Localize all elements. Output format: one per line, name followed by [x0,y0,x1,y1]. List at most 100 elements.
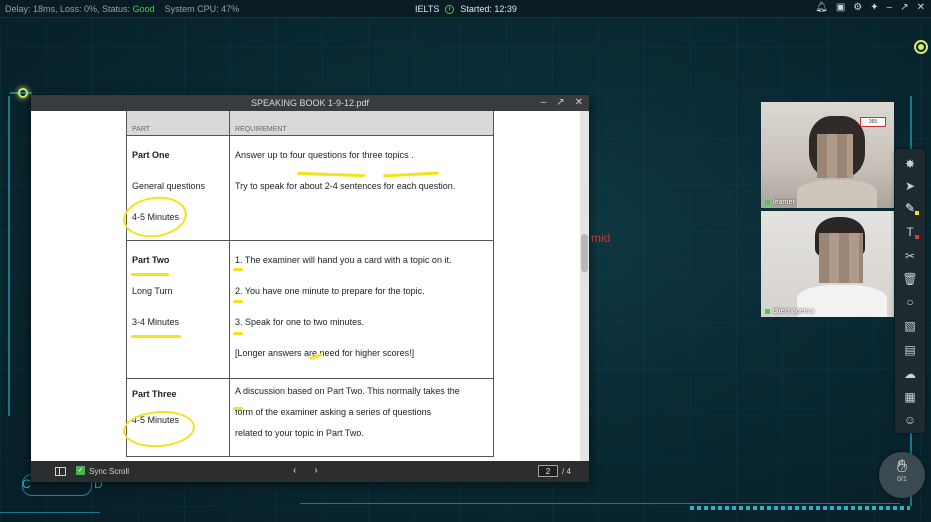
logo-badge: 365 [860,117,886,127]
users-icon[interactable]: ☺ [900,411,920,429]
text-color-swatch [915,235,919,239]
requirement-text: [Longer answers are need for higher scor… [235,348,415,358]
highlight-stroke [233,268,243,271]
video-feed-direct-agency[interactable]: direct agency [761,211,894,317]
select-cursor-icon[interactable]: ➤ [900,177,920,195]
prev-page-icon[interactable]: ‹ [293,465,296,476]
mic-status-icon [765,309,770,314]
text-tool-icon[interactable]: T [900,223,920,241]
table-header-cell: PART [126,111,230,136]
deco-dashes [690,506,910,510]
minimize-icon[interactable]: – [887,2,893,13]
part-label: Part One [132,150,170,160]
speaking-table: PART REQUIREMENT Part One General questi… [126,111,494,457]
table-header-cell: REQUIREMENT [229,111,494,136]
status-bar: Delay: 18ms, Loss: 0%, Status: Good Syst… [0,0,931,18]
started-time: Started: 12:39 [460,4,517,14]
record-icon[interactable]: ○ [900,293,920,311]
pixelated-face [819,233,863,283]
table-cell: 1. The examiner will hand you a card wit… [229,240,494,379]
pdf-scrollbar[interactable] [580,111,589,461]
sync-scroll-checkbox[interactable]: ✓ [76,466,85,475]
network-stats: Delay: 18ms, Loss: 0%, Status: Good Syst… [5,4,239,14]
session-info: IELTS Started: 12:39 [415,4,517,14]
hand-icon: ✋︎ [896,456,908,476]
sidebar-toggle-icon[interactable] [55,467,66,476]
deco-line [300,503,900,504]
page-total: / 4 [562,467,571,476]
hand-count: 0/1 [897,476,907,483]
highlight-stroke [233,407,243,410]
window-controls: 🔔︎ ▣ ⚙ ✦ – ↗ ✕ [815,2,925,13]
pdf-scrollbar-thumb[interactable] [581,234,588,272]
sync-scroll-label: Sync Scroll [89,467,130,476]
pdf-title: SPEAKING BOOK 1-9-12.pdf [250,98,370,108]
participant-name: direct agency [765,308,815,315]
part-desc: Long Turn [132,286,173,296]
page-number-input[interactable]: 2 [538,465,558,477]
pixelated-face [817,134,853,178]
cloud-icon[interactable]: ☁ [900,365,920,383]
stray-text: mid [591,231,611,245]
restore-icon[interactable]: ↗ [556,95,564,111]
pen-color-swatch [915,211,919,215]
video-feed-learner[interactable]: 365 learner [761,102,894,208]
toolbox-icon[interactable]: ▦ [900,388,920,406]
pin-icon[interactable]: ✦ [870,2,878,13]
close-icon[interactable]: ✕ [917,2,925,13]
table-cell: A discussion based on Part Two. This nor… [229,378,494,457]
page-nav: ‹ › [293,465,318,476]
image-icon[interactable]: ▧ [900,317,920,335]
cpu-text: System CPU: 47% [164,4,240,14]
highlight-stroke [233,300,243,303]
gear-icon[interactable]: ⚙ [853,2,862,13]
requirement-text: 2. You have one minute to prepare for th… [235,286,425,296]
requirement-text: related to your topic in Part Two. [235,428,364,438]
screen-icon[interactable]: ▣ [836,2,845,13]
person-shirt [797,180,877,208]
participant-name-text: direct agency [773,308,815,315]
pdf-window-controls: – ↗ ✕ [541,95,583,111]
clock-icon [445,4,455,14]
requirement-text: Answer up to four questions for three to… [235,150,414,160]
table-cell: Answer up to four questions for three to… [229,135,494,241]
laser-pointer-icon[interactable]: ✸ [900,155,920,173]
next-page-icon[interactable]: › [314,465,317,476]
exam-label: IELTS [415,4,440,14]
deco-dot [18,88,28,98]
trash-icon[interactable]: 🗑︎ [900,270,920,288]
highlight-stroke [131,273,169,276]
raise-hand-button[interactable]: ✋︎ 0/1 [879,452,925,498]
table-header-row: PART REQUIREMENT [126,111,494,136]
requirement-text: A discussion based on Part Two. This nor… [235,386,460,396]
part-label: Part Two [132,255,170,265]
requirement-text: form of the examiner asking a series of … [235,407,432,417]
deco-letter: C [22,477,31,491]
delay-text: Delay: 18ms, Loss: 0%, Status: [5,4,131,14]
scissors-icon[interactable]: ✂ [900,247,920,265]
bell-icon[interactable]: 🔔︎ [815,2,828,13]
pdf-page[interactable]: PART REQUIREMENT Part One General questi… [31,111,580,461]
pdf-footer: ✓ Sync Scroll ‹ › 2 / 4 [31,461,589,482]
annotation-toolbar: ✸ ➤ ✎ T ✂ 🗑︎ ○ ▧ ▤ ☁ ▦ ☺ [895,149,925,433]
restore-icon[interactable]: ↗ [900,2,908,13]
pen-icon[interactable]: ✎ [900,199,920,217]
deco-line [8,96,10,416]
table-cell: Part Two Long Turn 3-4 Minutes [126,240,230,379]
part-duration: 3-4 Minutes [132,317,180,327]
requirement-text: 1. The examiner will hand you a card wit… [235,255,452,265]
requirement-text: 3. Speak for one to two minutes. [235,317,365,327]
highlight-stroke [233,332,243,335]
close-icon[interactable]: ✕ [575,95,583,111]
part-label: Part Three [132,389,177,399]
deco-line [0,512,100,513]
chat-icon[interactable]: ▤ [900,341,920,359]
pdf-titlebar[interactable]: SPEAKING BOOK 1-9-12.pdf – ↗ ✕ [31,95,589,111]
status-value: Good [132,4,155,14]
mic-status-icon [765,200,770,205]
pdf-viewer-window: SPEAKING BOOK 1-9-12.pdf – ↗ ✕ PART REQU… [31,95,589,482]
target-icon[interactable] [914,40,928,54]
participant-name-text: learner [773,199,795,206]
minimize-icon[interactable]: – [541,95,547,111]
participant-name: learner [765,199,795,206]
